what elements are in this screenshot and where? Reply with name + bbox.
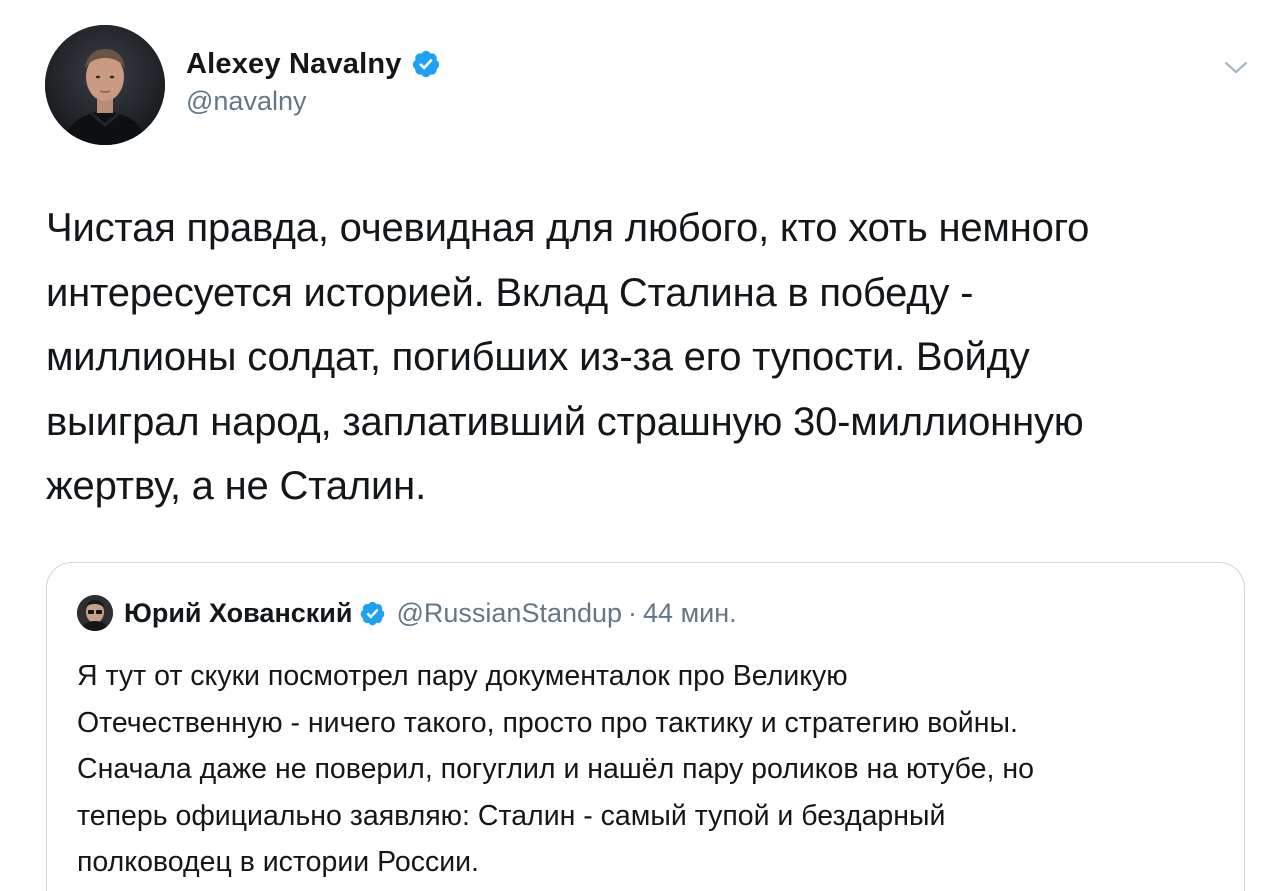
meta-separator: · bbox=[628, 597, 638, 628]
quoted-tweet-time: 44 мин. bbox=[643, 597, 737, 628]
tweet-text: Чистая правда, очевидная для любого, кто… bbox=[46, 206, 1090, 508]
author-avatar[interactable] bbox=[45, 25, 165, 145]
chevron-down-icon[interactable] bbox=[1222, 56, 1250, 78]
tweet-card: Alexey Navalny @navalny Чистая правда, о… bbox=[0, 0, 1280, 891]
quoted-author-name: Юрий Хованский bbox=[124, 597, 353, 628]
quoted-author-avatar bbox=[77, 595, 113, 631]
quoted-tweet-header: Юрий Хованский @RussianStandup · 44 мин. bbox=[77, 593, 737, 633]
quoted-tweet[interactable]: Юрий Хованский @RussianStandup · 44 мин.… bbox=[46, 562, 1245, 891]
author-name[interactable]: Alexey Navalny bbox=[186, 48, 402, 81]
verified-badge-icon bbox=[359, 600, 386, 627]
author-name-row: Alexey Navalny bbox=[186, 46, 441, 82]
avatar-photo bbox=[45, 25, 165, 145]
quoted-author-handle: @RussianStandup bbox=[396, 597, 623, 628]
author-handle[interactable]: @navalny bbox=[186, 86, 306, 117]
verified-badge-icon bbox=[411, 49, 441, 79]
quoted-tweet-text: Я тут от скуки посмотрел пару документал… bbox=[77, 660, 1034, 878]
